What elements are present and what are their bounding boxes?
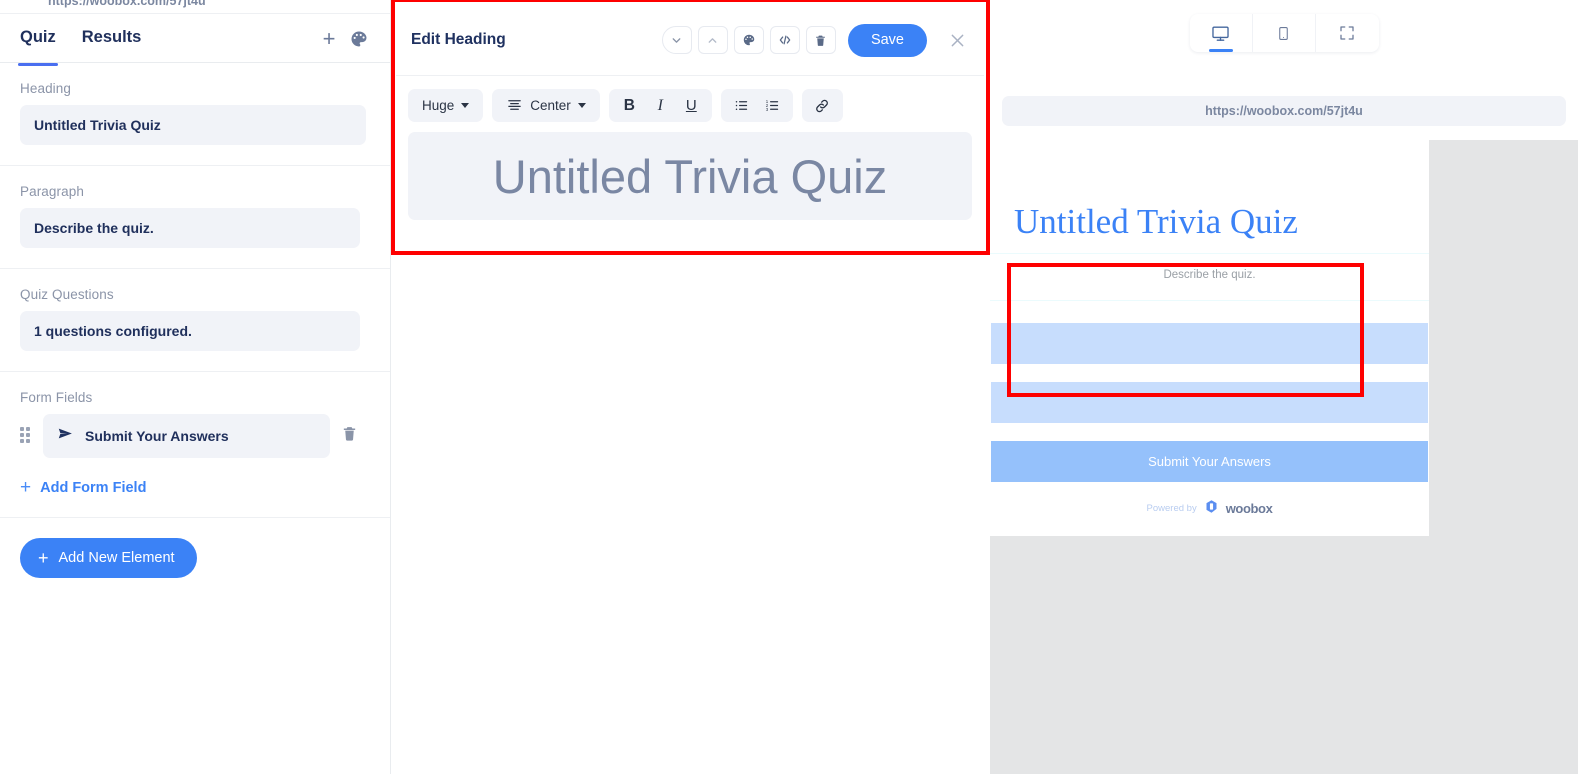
- form-field-row: Submit Your Answers: [20, 414, 360, 458]
- section-quiz-questions-value[interactable]: 1 questions configured.: [20, 311, 360, 351]
- chevron-down-icon: [577, 103, 586, 108]
- svg-text:3: 3: [766, 107, 769, 112]
- add-form-field-plus-icon: +: [20, 477, 32, 498]
- preview-top-spacer: [990, 140, 1429, 162]
- section-paragraph: Paragraph Describe the quiz.: [0, 166, 390, 269]
- device-toggle-bar: [990, 0, 1578, 60]
- edit-heading-modal: Edit Heading Save Huge Center B I U 1 2 …: [396, 5, 984, 249]
- numbered-list-button[interactable]: 1 2 3: [758, 91, 787, 120]
- save-button[interactable]: Save: [847, 23, 927, 57]
- align-value: Center: [530, 98, 571, 113]
- modal-header: Edit Heading Save: [396, 5, 984, 76]
- preview-submit-button[interactable]: Submit Your Answers: [991, 440, 1428, 482]
- chevron-up-icon[interactable]: [697, 26, 728, 54]
- add-new-element-button[interactable]: + Add New Element: [20, 538, 197, 578]
- section-quiz-questions: Quiz Questions 1 questions configured.: [0, 269, 390, 372]
- section-form-fields: Form Fields Submit Your Answers + Add Fo…: [0, 372, 390, 518]
- add-form-field-button[interactable]: + Add Form Field: [20, 478, 360, 497]
- underline-button[interactable]: U: [677, 91, 706, 120]
- trash-icon[interactable]: [805, 26, 836, 54]
- app-root: https://woobox.com/57jt4u Quiz Results +…: [0, 0, 1578, 774]
- section-form-fields-label: Form Fields: [20, 390, 93, 405]
- preview-heading-block[interactable]: Untitled Trivia Quiz: [990, 162, 1429, 254]
- preview-url-bar[interactable]: https://woobox.com/57jt4u: [1002, 96, 1566, 126]
- align-dropdown[interactable]: Center: [498, 91, 594, 120]
- preview-mid-spacer: [990, 301, 1429, 323]
- delete-form-field-icon[interactable]: [339, 424, 360, 448]
- device-desktop-button[interactable]: [1190, 14, 1253, 52]
- sidebar-url-strip: https://woobox.com/57jt4u: [0, 0, 390, 14]
- modal-header-tools: Save: [661, 23, 972, 57]
- preview-footer: Powered by woobox: [990, 482, 1429, 536]
- font-size-group: Huge: [408, 89, 484, 122]
- add-icon-glyph: +: [322, 25, 336, 51]
- align-group: Center: [492, 89, 600, 122]
- editor-toolbar: Huge Center B I U 1 2 3: [396, 76, 984, 122]
- italic-button[interactable]: I: [646, 91, 675, 120]
- text-style-group: B I U: [608, 89, 712, 122]
- preview-panel: https://woobox.com/57jt4u Untitled Trivi…: [990, 0, 1578, 774]
- form-field-label: Submit Your Answers: [85, 428, 229, 444]
- device-fullscreen-button[interactable]: [1316, 14, 1379, 52]
- send-icon: [57, 425, 74, 447]
- sidebar-tabs: Quiz Results +: [0, 14, 390, 66]
- preview-placeholder-bar-1[interactable]: [991, 322, 1428, 364]
- preview-submit-label: Submit Your Answers: [1148, 453, 1271, 469]
- chevron-down-icon: [461, 103, 470, 108]
- section-paragraph-value[interactable]: Describe the quiz.: [20, 208, 360, 248]
- font-size-value: Huge: [422, 98, 455, 113]
- align-center-icon: [506, 97, 523, 115]
- device-mobile-button[interactable]: [1253, 14, 1316, 52]
- add-icon[interactable]: +: [316, 26, 342, 52]
- preview-paragraph-block[interactable]: Describe the quiz.: [990, 254, 1429, 301]
- preview-canvas: Untitled Trivia Quiz Describe the quiz. …: [990, 140, 1578, 774]
- section-heading-label: Heading: [20, 81, 71, 96]
- tabs-divider: [0, 62, 390, 63]
- code-icon[interactable]: [769, 26, 800, 54]
- bold-button[interactable]: B: [615, 91, 644, 120]
- drag-handle-icon[interactable]: [20, 427, 34, 445]
- add-new-element-label: Add New Element: [58, 550, 175, 566]
- section-paragraph-label: Paragraph: [20, 184, 84, 199]
- add-element-wrap: + Add New Element: [0, 518, 390, 578]
- chevron-down-icon[interactable]: [661, 26, 692, 54]
- preview-paragraph-text: Describe the quiz.: [1163, 268, 1256, 281]
- close-icon[interactable]: [942, 25, 972, 55]
- palette-icon[interactable]: [733, 26, 764, 54]
- section-heading: Heading Untitled Trivia Quiz: [0, 63, 390, 166]
- section-quiz-questions-label: Quiz Questions: [20, 287, 114, 302]
- preview-url-text: https://woobox.com/57jt4u: [1205, 104, 1363, 118]
- add-form-field-label: Add Form Field: [40, 479, 147, 496]
- form-field-submit[interactable]: Submit Your Answers: [43, 414, 330, 458]
- palette-icon[interactable]: [346, 26, 372, 52]
- section-heading-value[interactable]: Untitled Trivia Quiz: [20, 105, 366, 145]
- device-toggle-group: [1189, 14, 1379, 52]
- preview-placeholder-bar-2[interactable]: [991, 381, 1428, 423]
- preview-heading-text: Untitled Trivia Quiz: [1014, 202, 1298, 241]
- add-new-element-plus-icon: +: [38, 548, 49, 568]
- preview-page-card: Untitled Trivia Quiz Describe the quiz. …: [990, 140, 1429, 536]
- editor-sidebar: https://woobox.com/57jt4u Quiz Results +…: [0, 0, 391, 774]
- bullet-list-button[interactable]: [727, 91, 756, 120]
- font-size-dropdown[interactable]: Huge: [414, 91, 477, 120]
- tab-quiz[interactable]: Quiz: [18, 28, 58, 66]
- woobox-logo-icon: [1204, 499, 1219, 519]
- powered-by-label: Powered by: [1146, 503, 1197, 515]
- list-group: 1 2 3: [720, 89, 793, 122]
- modal-title: Edit Heading: [411, 31, 506, 48]
- heading-editor-field[interactable]: Untitled Trivia Quiz: [408, 132, 972, 220]
- heading-editor-text: Untitled Trivia Quiz: [492, 149, 888, 203]
- sidebar-url-text: https://woobox.com/57jt4u: [48, 0, 206, 8]
- link-icon[interactable]: [808, 91, 837, 120]
- tab-results[interactable]: Results: [82, 28, 142, 49]
- link-group: [801, 89, 843, 122]
- woobox-wordmark: woobox: [1225, 501, 1273, 517]
